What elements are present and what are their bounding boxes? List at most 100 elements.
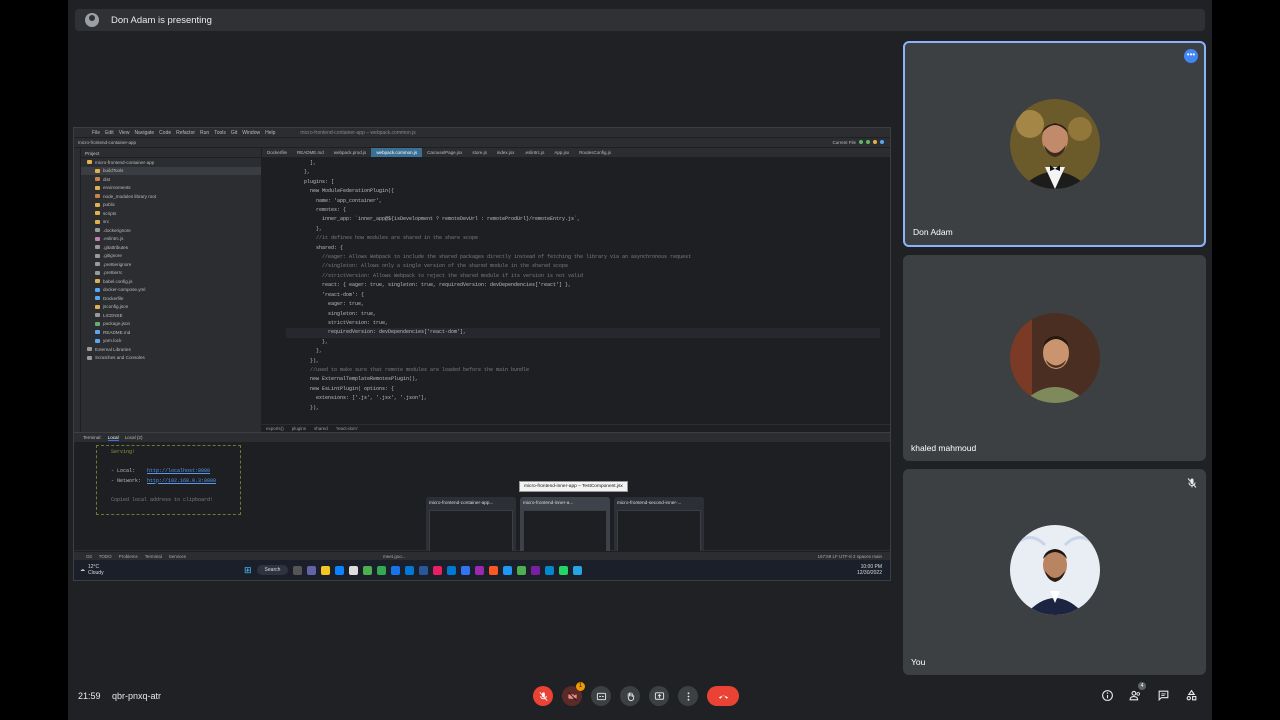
project-tree-item: babel.config.js bbox=[81, 277, 261, 286]
shared-screen[interactable]: File Edit View Navigate Code Refactor Run Tools… bbox=[73, 127, 891, 581]
tree-label: dist bbox=[103, 176, 111, 182]
chat-button[interactable] bbox=[1156, 688, 1170, 702]
participant-tile-you[interactable]: You bbox=[903, 469, 1206, 675]
leave-call-button[interactable] bbox=[707, 686, 739, 706]
thumbnail-title: micro-frontend-second-inner-... bbox=[617, 500, 682, 505]
terminal-tabs: Terminal: Local Local (2) bbox=[74, 433, 890, 442]
tree-label: node_modules library root bbox=[103, 193, 157, 199]
editor-tab: Dockerfile bbox=[267, 150, 288, 155]
participant-tile-khaled[interactable]: khaled mahmoud bbox=[903, 255, 1206, 461]
thumbnail-preview bbox=[429, 510, 513, 556]
more-options-icon[interactable]: ••• bbox=[1184, 49, 1198, 63]
project-tree-item: .gitattributes bbox=[81, 243, 261, 252]
project-tree-item: environments bbox=[81, 184, 261, 193]
thumbnail-preview bbox=[617, 510, 701, 556]
code-breadcrumbs: exports() plugins shared 'react-dom' bbox=[262, 424, 890, 432]
code-line: //it defines how modules are shared in t… bbox=[286, 235, 479, 242]
status-tab: TODO bbox=[98, 553, 112, 559]
mic-toggle-button[interactable] bbox=[533, 686, 553, 706]
weather-desc: Cloudy bbox=[88, 570, 104, 576]
present-button[interactable] bbox=[649, 686, 669, 706]
code-line: shared: { bbox=[286, 244, 344, 251]
weather-icon: ☁ bbox=[80, 567, 85, 573]
participant-name: You bbox=[911, 657, 926, 667]
ide-menu-item: View bbox=[118, 129, 130, 136]
participant-tile-don-adam[interactable]: ••• Don Adam bbox=[903, 41, 1206, 247]
hang-up-icon bbox=[718, 695, 728, 699]
more-options-button[interactable] bbox=[678, 686, 698, 706]
app6-icon bbox=[545, 565, 555, 575]
file-icon bbox=[95, 194, 100, 199]
project-tree-item: dist bbox=[81, 175, 261, 184]
task-view-icon bbox=[293, 565, 303, 575]
code-line: ], bbox=[286, 160, 317, 166]
project-tree-item: .gitignore bbox=[81, 252, 261, 261]
code-area: ], }, plugins: [ new ModuleFederationPlu… bbox=[286, 159, 880, 424]
windows-taskbar: ☁ 12°C Cloudy ⊞ Search 10:00 PM 12/30/20… bbox=[74, 560, 890, 580]
left-tool-strip bbox=[74, 148, 81, 432]
file-icon bbox=[95, 262, 100, 267]
code-line: }, bbox=[286, 169, 311, 176]
file-icon bbox=[95, 338, 100, 343]
code-line: }), bbox=[286, 357, 320, 364]
project-tree-item: .prettierrc bbox=[81, 269, 261, 278]
project-tree-item: docker-compose.yml bbox=[81, 286, 261, 295]
ide-menu-item: File bbox=[92, 129, 101, 136]
mic-off-icon bbox=[1187, 478, 1197, 488]
taskbar-thumbnails: micro-frontend-container-app... micro-fro… bbox=[426, 497, 704, 559]
taskbar-apps: ⊞ Search bbox=[244, 565, 583, 576]
tree-label: yarn.lock bbox=[103, 338, 122, 344]
code-line: }, bbox=[286, 338, 329, 345]
captions-button[interactable] bbox=[591, 686, 611, 706]
file-icon bbox=[95, 228, 100, 233]
serving-text: Serving! bbox=[105, 449, 136, 455]
meeting-controls-bar: 21:59 qbr-pnxq-atr 1 4 bbox=[68, 680, 1212, 714]
editor-tab: index.jsx bbox=[496, 150, 515, 155]
tree-label: Dockerfile bbox=[103, 295, 124, 301]
app4-icon bbox=[503, 565, 513, 575]
file-icon bbox=[95, 211, 100, 216]
tree-label: jsconfig.json bbox=[103, 304, 129, 310]
activities-button[interactable] bbox=[1184, 688, 1198, 702]
raise-hand-button[interactable] bbox=[620, 686, 640, 706]
ide-menu-item: Navigate bbox=[134, 129, 155, 136]
editor-tab: RoutesConfig.js bbox=[579, 150, 611, 155]
code-line: remotes: { bbox=[286, 207, 347, 214]
file-icon bbox=[87, 355, 92, 360]
ide-toolbar: micro-frontend-container-app Current Fil… bbox=[74, 138, 890, 148]
taskbar-tooltip: micro-frontend-inner-app – TestComponent… bbox=[519, 481, 628, 492]
file-icon bbox=[95, 177, 100, 182]
app-icon bbox=[433, 565, 443, 575]
code-crumb: 'react-dom' bbox=[335, 426, 358, 431]
ide-menu-bar: File Edit View Navigate Code Refactor Run Tools… bbox=[74, 128, 890, 138]
tree-label: public bbox=[103, 202, 116, 208]
tree-label: buildTools bbox=[103, 168, 124, 174]
project-tree-item: .dockerignore bbox=[81, 226, 261, 235]
people-count: 4 bbox=[1138, 682, 1146, 690]
ide-breadcrumb: micro-frontend-container-app bbox=[78, 140, 137, 145]
camera-toggle-button[interactable]: 1 bbox=[562, 682, 585, 706]
code-line: extensions: ['.js', '.jsx', '.json'], bbox=[286, 395, 428, 402]
project-tree-item: .eslintrc.js bbox=[81, 235, 261, 244]
code-line: }, bbox=[286, 348, 323, 355]
code-line: }, bbox=[286, 225, 323, 232]
ide-menu-item: Help bbox=[265, 129, 276, 136]
whatsapp-icon bbox=[559, 565, 569, 575]
meeting-details-button[interactable] bbox=[1100, 688, 1114, 702]
people-button[interactable]: 4 bbox=[1128, 682, 1146, 702]
status-right: 167:59 LF UTF-8 2 spaces main bbox=[817, 553, 882, 559]
photoshop-icon bbox=[391, 565, 401, 575]
code-line: }), bbox=[286, 404, 320, 411]
word-icon bbox=[419, 565, 429, 575]
code-crumb: exports() bbox=[266, 426, 284, 431]
project-tree-item: package.json bbox=[81, 320, 261, 329]
network-label: - Network: bbox=[105, 477, 142, 484]
tree-label: .prettierrc bbox=[103, 270, 123, 276]
build-icon bbox=[873, 140, 877, 144]
chrome-icon bbox=[363, 565, 373, 575]
avatar-you bbox=[1009, 525, 1100, 615]
ide-menu-item: Git bbox=[230, 129, 238, 136]
file-icon bbox=[95, 202, 100, 207]
project-tree-item: public bbox=[81, 201, 261, 210]
editor-tab: CarouselPage.jsx bbox=[427, 150, 463, 155]
